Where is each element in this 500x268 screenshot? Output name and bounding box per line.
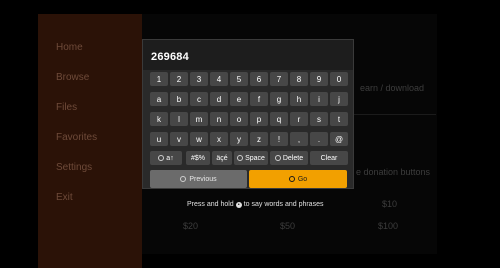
- button-hint-icon: [237, 155, 244, 161]
- play-icon: [288, 176, 295, 182]
- key-7[interactable]: 7: [270, 72, 288, 86]
- key-p[interactable]: p: [250, 112, 268, 126]
- background-price: $10: [382, 199, 398, 209]
- key-m[interactable]: m: [190, 112, 208, 126]
- shift-key[interactable]: a↑: [150, 151, 182, 165]
- key-3[interactable]: 3: [190, 72, 208, 86]
- button-hint-icon: [274, 155, 281, 161]
- sidebar: Home Browse Files Favorites Settings Exi…: [38, 14, 142, 268]
- sidebar-item-home[interactable]: Home: [56, 42, 83, 53]
- key-h[interactable]: h: [290, 92, 308, 106]
- clear-key[interactable]: Clear: [310, 151, 348, 165]
- voice-hint: Press and hold • to say words and phrase…: [187, 201, 324, 208]
- key-1[interactable]: 1: [150, 72, 168, 86]
- sidebar-item-files[interactable]: Files: [56, 102, 77, 113]
- key-4[interactable]: 4: [210, 72, 228, 86]
- rewind-icon: [180, 176, 187, 182]
- key-v[interactable]: v: [170, 132, 188, 146]
- key-e[interactable]: e: [230, 92, 248, 106]
- key-l[interactable]: l: [170, 112, 188, 126]
- key-8[interactable]: 8: [290, 72, 308, 86]
- sidebar-item-browse[interactable]: Browse: [56, 72, 89, 83]
- key-2[interactable]: 2: [170, 72, 188, 86]
- key-symbol[interactable]: ,: [290, 132, 308, 146]
- key-5[interactable]: 5: [230, 72, 248, 86]
- sidebar-item-favorites[interactable]: Favorites: [56, 132, 97, 143]
- sidebar-item-settings[interactable]: Settings: [56, 162, 92, 173]
- space-key[interactable]: Space: [234, 151, 268, 165]
- key-i[interactable]: i: [310, 92, 328, 106]
- key-z[interactable]: z: [250, 132, 268, 146]
- accents-key[interactable]: äçé: [212, 151, 232, 165]
- input-value: 269684: [151, 51, 189, 63]
- key-j[interactable]: j: [330, 92, 348, 106]
- background-text: e donation buttons: [356, 167, 431, 177]
- key-symbol[interactable]: !: [270, 132, 288, 146]
- key-y[interactable]: y: [230, 132, 248, 146]
- key-o[interactable]: o: [230, 112, 248, 126]
- background-price: $20: [183, 221, 199, 231]
- key-symbol[interactable]: @: [330, 132, 348, 146]
- key-r[interactable]: r: [290, 112, 308, 126]
- key-x[interactable]: x: [210, 132, 228, 146]
- background-price: $50: [280, 221, 296, 231]
- key-n[interactable]: n: [210, 112, 228, 126]
- background-price: $100: [378, 221, 399, 231]
- divider: [354, 114, 436, 115]
- key-d[interactable]: d: [210, 92, 228, 106]
- key-f[interactable]: f: [250, 92, 268, 106]
- key-symbol[interactable]: .: [310, 132, 328, 146]
- key-q[interactable]: q: [270, 112, 288, 126]
- key-c[interactable]: c: [190, 92, 208, 106]
- key-g[interactable]: g: [270, 92, 288, 106]
- button-hint-icon: [158, 155, 165, 161]
- key-0[interactable]: 0: [330, 72, 348, 86]
- key-9[interactable]: 9: [310, 72, 328, 86]
- sidebar-item-exit[interactable]: Exit: [56, 192, 73, 203]
- key-a[interactable]: a: [150, 92, 168, 106]
- microphone-icon: •: [235, 201, 242, 208]
- delete-key[interactable]: Delete: [270, 151, 308, 165]
- key-6[interactable]: 6: [250, 72, 268, 86]
- symbols-key[interactable]: #$%: [186, 151, 210, 165]
- background-text: earn / download: [360, 83, 425, 93]
- key-k[interactable]: k: [150, 112, 168, 126]
- go-button[interactable]: Go: [249, 170, 347, 188]
- key-u[interactable]: u: [150, 132, 168, 146]
- key-b[interactable]: b: [170, 92, 188, 106]
- key-w[interactable]: w: [190, 132, 208, 146]
- key-t[interactable]: t: [330, 112, 348, 126]
- key-s[interactable]: s: [310, 112, 328, 126]
- previous-button[interactable]: Previous: [150, 170, 247, 188]
- search-input[interactable]: 269684: [143, 40, 353, 70]
